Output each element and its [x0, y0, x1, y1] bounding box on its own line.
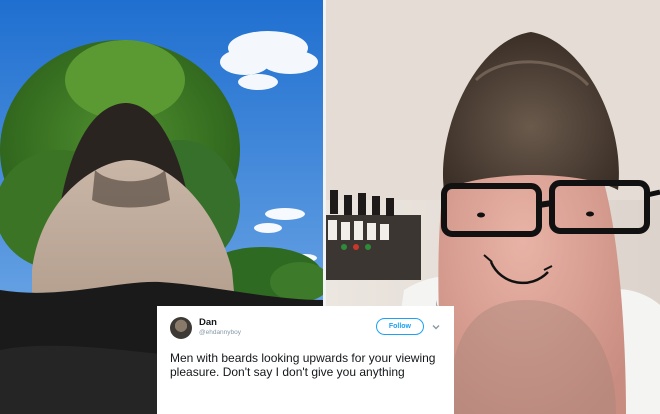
- avatar[interactable]: [170, 317, 192, 339]
- tweet-header: Dan @ehdannyboy Follow: [170, 316, 442, 344]
- user-handle[interactable]: @ehdannyboy: [199, 329, 376, 337]
- tweet-card: Dan @ehdannyboy Follow Men with beards l…: [157, 306, 454, 414]
- chevron-down-icon[interactable]: [430, 321, 442, 333]
- follow-button[interactable]: Follow: [375, 318, 424, 335]
- tweet-text: Men with beards looking upwards for your…: [170, 351, 436, 379]
- tweet-author: Dan @ehdannyboy: [199, 316, 376, 336]
- display-name[interactable]: Dan: [199, 318, 376, 328]
